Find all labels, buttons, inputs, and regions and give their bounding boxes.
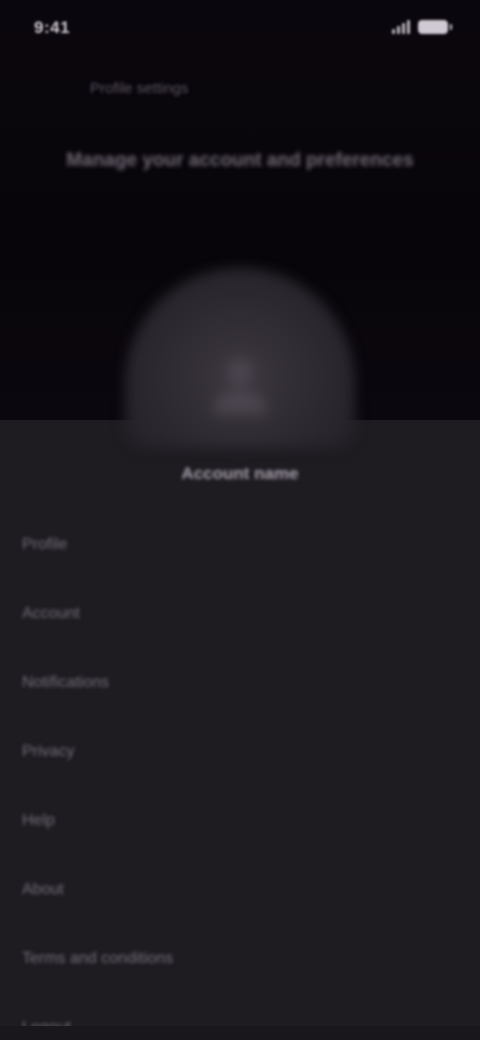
menu-item-privacy[interactable]: Privacy — [0, 717, 480, 786]
menu-item-label: About — [22, 880, 64, 898]
app-screen: 9:41 Profile settings Manage your accoun… — [0, 0, 480, 1040]
avatar[interactable] — [125, 268, 355, 448]
menu-item-about[interactable]: About — [0, 855, 480, 924]
menu-item-account[interactable]: Account — [0, 579, 480, 648]
menu-item-help[interactable]: Help — [0, 786, 480, 855]
status-bar: 9:41 — [0, 0, 480, 60]
menu-item-label: Terms and conditions — [22, 949, 174, 967]
menu-item-terms[interactable]: Terms and conditions — [0, 924, 480, 993]
user-icon — [213, 358, 267, 414]
menu-item-label: Profile — [22, 535, 68, 553]
menu-item-profile[interactable]: Profile — [0, 510, 480, 579]
settings-menu: Profile Account Notifications Privacy He… — [0, 510, 480, 1040]
signal-icon — [392, 20, 410, 34]
header-label: Profile settings — [90, 80, 189, 97]
status-icons — [392, 20, 452, 34]
status-time: 9:41 — [34, 18, 71, 37]
profile-section: Account name — [120, 268, 360, 484]
menu-item-notifications[interactable]: Notifications — [0, 648, 480, 717]
bottom-edge — [0, 1026, 480, 1040]
battery-icon — [418, 20, 452, 34]
menu-item-label: Help — [22, 811, 55, 829]
profile-name: Account name — [181, 464, 299, 483]
menu-item-label: Notifications — [22, 673, 110, 691]
menu-item-label: Privacy — [22, 742, 75, 760]
page-headline: Manage your account and preferences — [66, 150, 414, 171]
menu-item-label: Account — [22, 604, 80, 622]
